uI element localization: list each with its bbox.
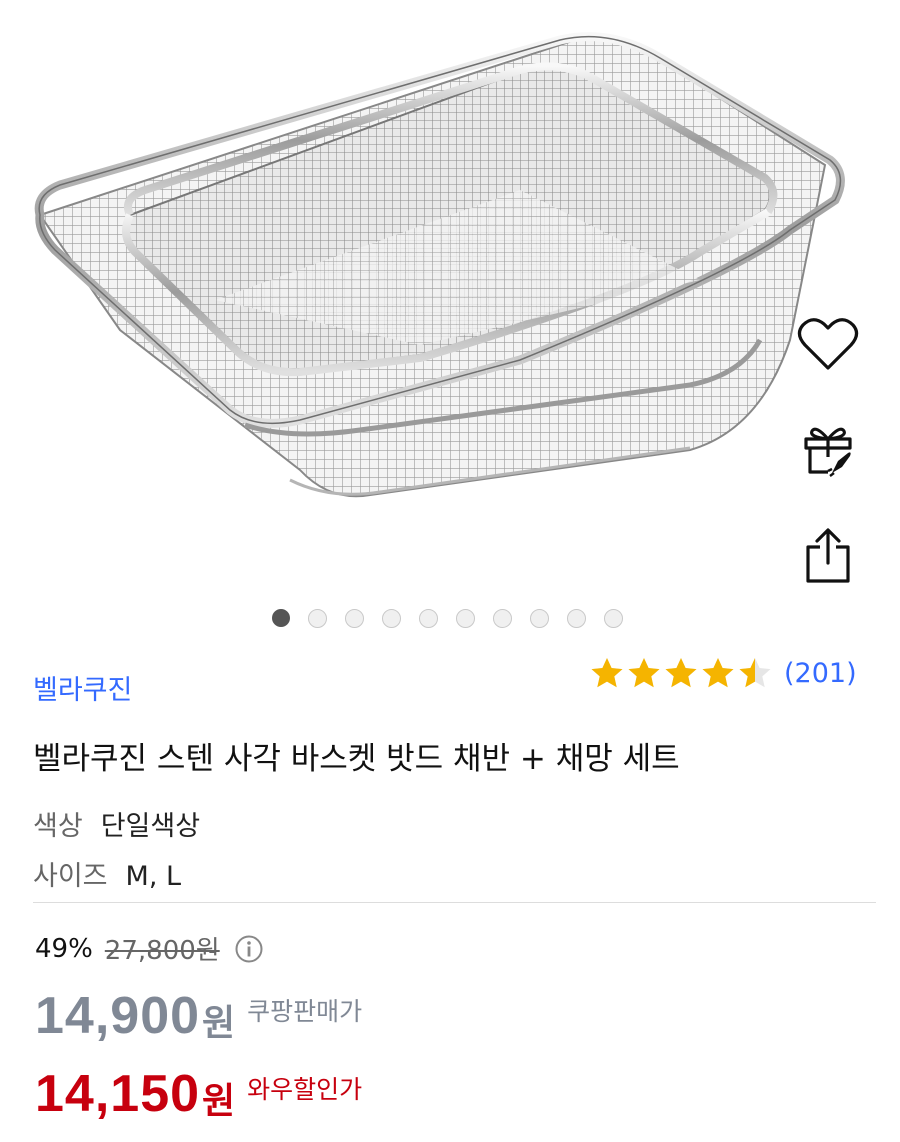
price-unit: 원 [202,1003,236,1044]
divider [33,902,876,903]
product-title: 벨라쿠진 스텐 사각 바스켓 밧드 채반 + 채망 세트 [33,741,680,777]
option-size: 사이즈 M, L [33,854,181,893]
price-amount: 14,900 [35,987,201,1045]
rating-summary[interactable]: (201) [590,656,857,690]
star-half-icon [739,658,771,688]
info-icon[interactable] [234,934,264,964]
star-full-icon [628,658,660,688]
option-value: 단일색상 [100,811,201,842]
star-rating [590,656,772,690]
stainless-basket-image [34,32,845,498]
option-label: 색상 [33,811,83,842]
heart-icon [797,318,859,370]
share-button[interactable] [792,520,864,592]
discount-percent: 49% [35,933,93,964]
carousel-dot[interactable] [345,608,364,628]
wow-discount-price: 14,150 원 와우할인가 [35,1064,362,1124]
carousel-dot[interactable] [604,608,623,628]
option-label: 사이즈 [33,861,108,892]
star-full-icon [591,658,623,688]
option-value: M, L [125,861,182,892]
carousel-dot[interactable] [272,609,290,627]
star-full-icon [665,658,697,688]
brand-link[interactable]: 벨라쿠진 [33,668,132,707]
review-count: (201) [784,657,857,689]
carousel-dot[interactable] [382,608,401,628]
price-label: 쿠팡판매가 [247,997,363,1026]
gift-rocket-icon [804,427,852,477]
carousel-dot[interactable] [530,608,549,628]
price-amount: 14,150 [35,1065,201,1123]
gift-button[interactable] [792,414,864,486]
carousel-dot[interactable] [456,608,475,628]
discount-row: 49% 27,800원 [35,930,264,967]
star-full-icon [702,658,734,688]
price-label: 와우할인가 [247,1075,363,1104]
option-color: 색상 단일색상 [33,804,200,843]
share-icon [806,528,850,583]
product-image[interactable] [0,0,900,600]
carousel-dot[interactable] [493,608,512,628]
original-price: 27,800원 [104,936,220,966]
wishlist-button[interactable] [792,308,864,380]
coupang-price: 14,900 원 쿠팡판매가 [35,986,362,1046]
carousel-dot[interactable] [308,608,327,628]
carousel-dot[interactable] [567,608,586,628]
carousel-indicator [272,606,623,630]
price-unit: 원 [202,1081,236,1122]
carousel-dot[interactable] [419,608,438,628]
